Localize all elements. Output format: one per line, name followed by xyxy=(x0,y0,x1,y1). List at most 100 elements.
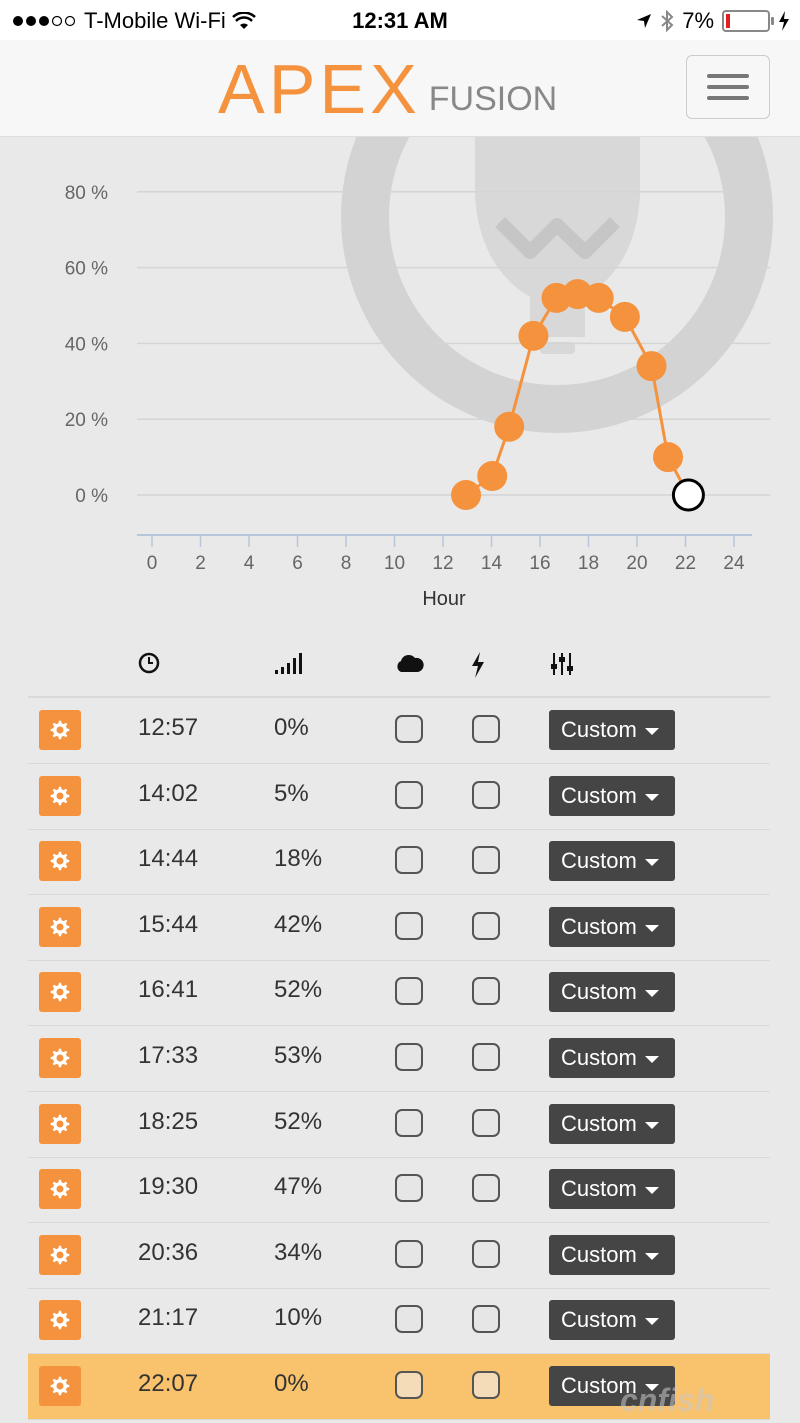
x-tick-label: 4 xyxy=(244,553,255,574)
cloud-checkbox[interactable] xyxy=(395,1174,423,1203)
dropdown-label: Custom xyxy=(561,1045,637,1070)
table-row[interactable]: 16:41 52% Custom xyxy=(28,960,770,1027)
caret-down-icon xyxy=(644,1121,659,1129)
lightning-checkbox[interactable] xyxy=(472,715,500,743)
data-point[interactable] xyxy=(609,301,640,332)
table-row[interactable]: 12:57 0% Custom xyxy=(28,698,770,764)
caret-down-icon xyxy=(644,924,659,932)
cloud-checkbox[interactable] xyxy=(395,846,423,875)
row-intensity: 47% xyxy=(274,1173,323,1201)
profile-dropdown[interactable]: Custom xyxy=(549,710,675,750)
cloud-checkbox[interactable] xyxy=(395,1043,423,1071)
gear-icon[interactable] xyxy=(39,972,81,1013)
lightning-checkbox[interactable] xyxy=(472,846,500,875)
cloud-checkbox[interactable] xyxy=(395,911,423,940)
gear-icon[interactable] xyxy=(39,1169,81,1210)
dropdown-label: Custom xyxy=(561,717,637,742)
cloud-checkbox[interactable] xyxy=(395,1305,423,1334)
gear-icon[interactable] xyxy=(39,1038,81,1078)
gear-icon[interactable] xyxy=(39,1234,81,1275)
table-row[interactable]: 19:30 47% Custom xyxy=(28,1157,770,1224)
cloud-checkbox[interactable] xyxy=(395,1239,423,1268)
x-tick-label: 24 xyxy=(723,553,745,574)
profile-dropdown[interactable]: Custom xyxy=(549,1169,675,1210)
lightning-checkbox[interactable] xyxy=(472,911,500,940)
data-point[interactable] xyxy=(477,461,508,492)
lightning-checkbox[interactable] xyxy=(472,1239,500,1268)
x-tick-label: 10 xyxy=(384,553,405,574)
x-tick-label: 12 xyxy=(432,553,453,574)
lightning-checkbox[interactable] xyxy=(472,1108,500,1137)
profile-dropdown[interactable]: Custom xyxy=(549,1234,675,1275)
row-time: 21:17 xyxy=(138,1304,199,1332)
row-time: 16:41 xyxy=(138,976,199,1004)
caret-down-icon xyxy=(644,1252,659,1260)
profile-dropdown[interactable]: Custom xyxy=(549,906,675,947)
cloud-icon xyxy=(397,654,424,672)
row-time: 15:44 xyxy=(138,910,199,938)
row-time: 14:02 xyxy=(138,779,199,807)
gear-icon[interactable] xyxy=(39,710,81,750)
row-time: 18:25 xyxy=(138,1107,199,1135)
data-point[interactable] xyxy=(583,282,614,313)
lightning-checkbox[interactable] xyxy=(472,1371,500,1399)
lightning-checkbox[interactable] xyxy=(472,977,500,1006)
table-row[interactable]: 20:36 34% Custom xyxy=(28,1223,770,1289)
cloud-checkbox[interactable] xyxy=(395,1371,423,1399)
row-time: 14:44 xyxy=(138,845,199,873)
cloud-checkbox[interactable] xyxy=(395,1108,423,1137)
logo-fusion: FUSION xyxy=(428,80,558,118)
table-row[interactable]: 17:33 53% Custom xyxy=(28,1026,770,1092)
x-tick-label: 8 xyxy=(341,553,352,574)
data-point[interactable] xyxy=(653,442,684,473)
cloud-checkbox[interactable] xyxy=(395,780,423,809)
logo-apex: APEX xyxy=(218,50,421,128)
gear-icon[interactable] xyxy=(39,1300,81,1341)
profile-dropdown[interactable]: Custom xyxy=(549,1300,675,1341)
data-point[interactable] xyxy=(451,480,482,510)
row-intensity: 34% xyxy=(274,1238,323,1266)
battery-percent: 7% xyxy=(682,8,714,33)
row-intensity: 42% xyxy=(274,910,323,938)
lightning-checkbox[interactable] xyxy=(472,1043,500,1071)
gear-icon[interactable] xyxy=(39,841,81,882)
cloud-checkbox[interactable] xyxy=(395,977,423,1006)
gear-icon[interactable] xyxy=(39,1366,81,1406)
table-row[interactable]: 18:25 52% Custom xyxy=(28,1092,770,1158)
selected-data-point[interactable] xyxy=(671,478,705,512)
x-tick-label: 16 xyxy=(529,553,550,574)
profile-dropdown[interactable]: Custom xyxy=(549,841,675,882)
profile-dropdown[interactable]: Custom xyxy=(549,1038,675,1078)
profile-dropdown[interactable]: Custom xyxy=(549,1103,675,1144)
dropdown-label: Custom xyxy=(561,1307,637,1333)
profile-dropdown[interactable]: Custom xyxy=(549,775,675,816)
x-tick-label: 18 xyxy=(578,553,599,574)
gear-icon[interactable] xyxy=(39,775,81,816)
caret-down-icon xyxy=(644,859,659,867)
caret-down-icon xyxy=(644,1187,659,1195)
table-row[interactable]: 14:44 18% Custom xyxy=(28,829,770,896)
data-point[interactable] xyxy=(494,411,525,442)
data-point[interactable] xyxy=(518,320,549,351)
gear-icon[interactable] xyxy=(39,1103,81,1144)
row-intensity: 52% xyxy=(274,1107,323,1135)
lightning-checkbox[interactable] xyxy=(472,1305,500,1334)
app-header: APEX FUSION xyxy=(0,40,800,137)
lightning-checkbox[interactable] xyxy=(472,1174,500,1203)
status-bar: T-Mobile Wi-Fi 12:31 AM 7% xyxy=(0,0,800,40)
signal-icon xyxy=(275,653,302,674)
lightning-checkbox[interactable] xyxy=(472,780,500,809)
x-tick-label: 20 xyxy=(626,553,647,574)
table-row[interactable]: 14:02 5% Custom xyxy=(28,764,770,830)
cloud-checkbox[interactable] xyxy=(395,715,423,743)
profile-dropdown[interactable]: Custom xyxy=(549,972,675,1013)
table-row[interactable]: 15:44 42% Custom xyxy=(28,895,770,961)
watermark: cnfish xyxy=(620,1382,715,1418)
menu-button[interactable] xyxy=(686,55,770,119)
table-row[interactable]: 21:17 10% Custom xyxy=(28,1288,770,1355)
gear-icon[interactable] xyxy=(39,906,81,947)
y-tick-label: 80 % xyxy=(65,183,108,204)
sliders-icon xyxy=(551,653,573,675)
caret-down-icon xyxy=(644,728,659,735)
data-point[interactable] xyxy=(636,351,667,382)
